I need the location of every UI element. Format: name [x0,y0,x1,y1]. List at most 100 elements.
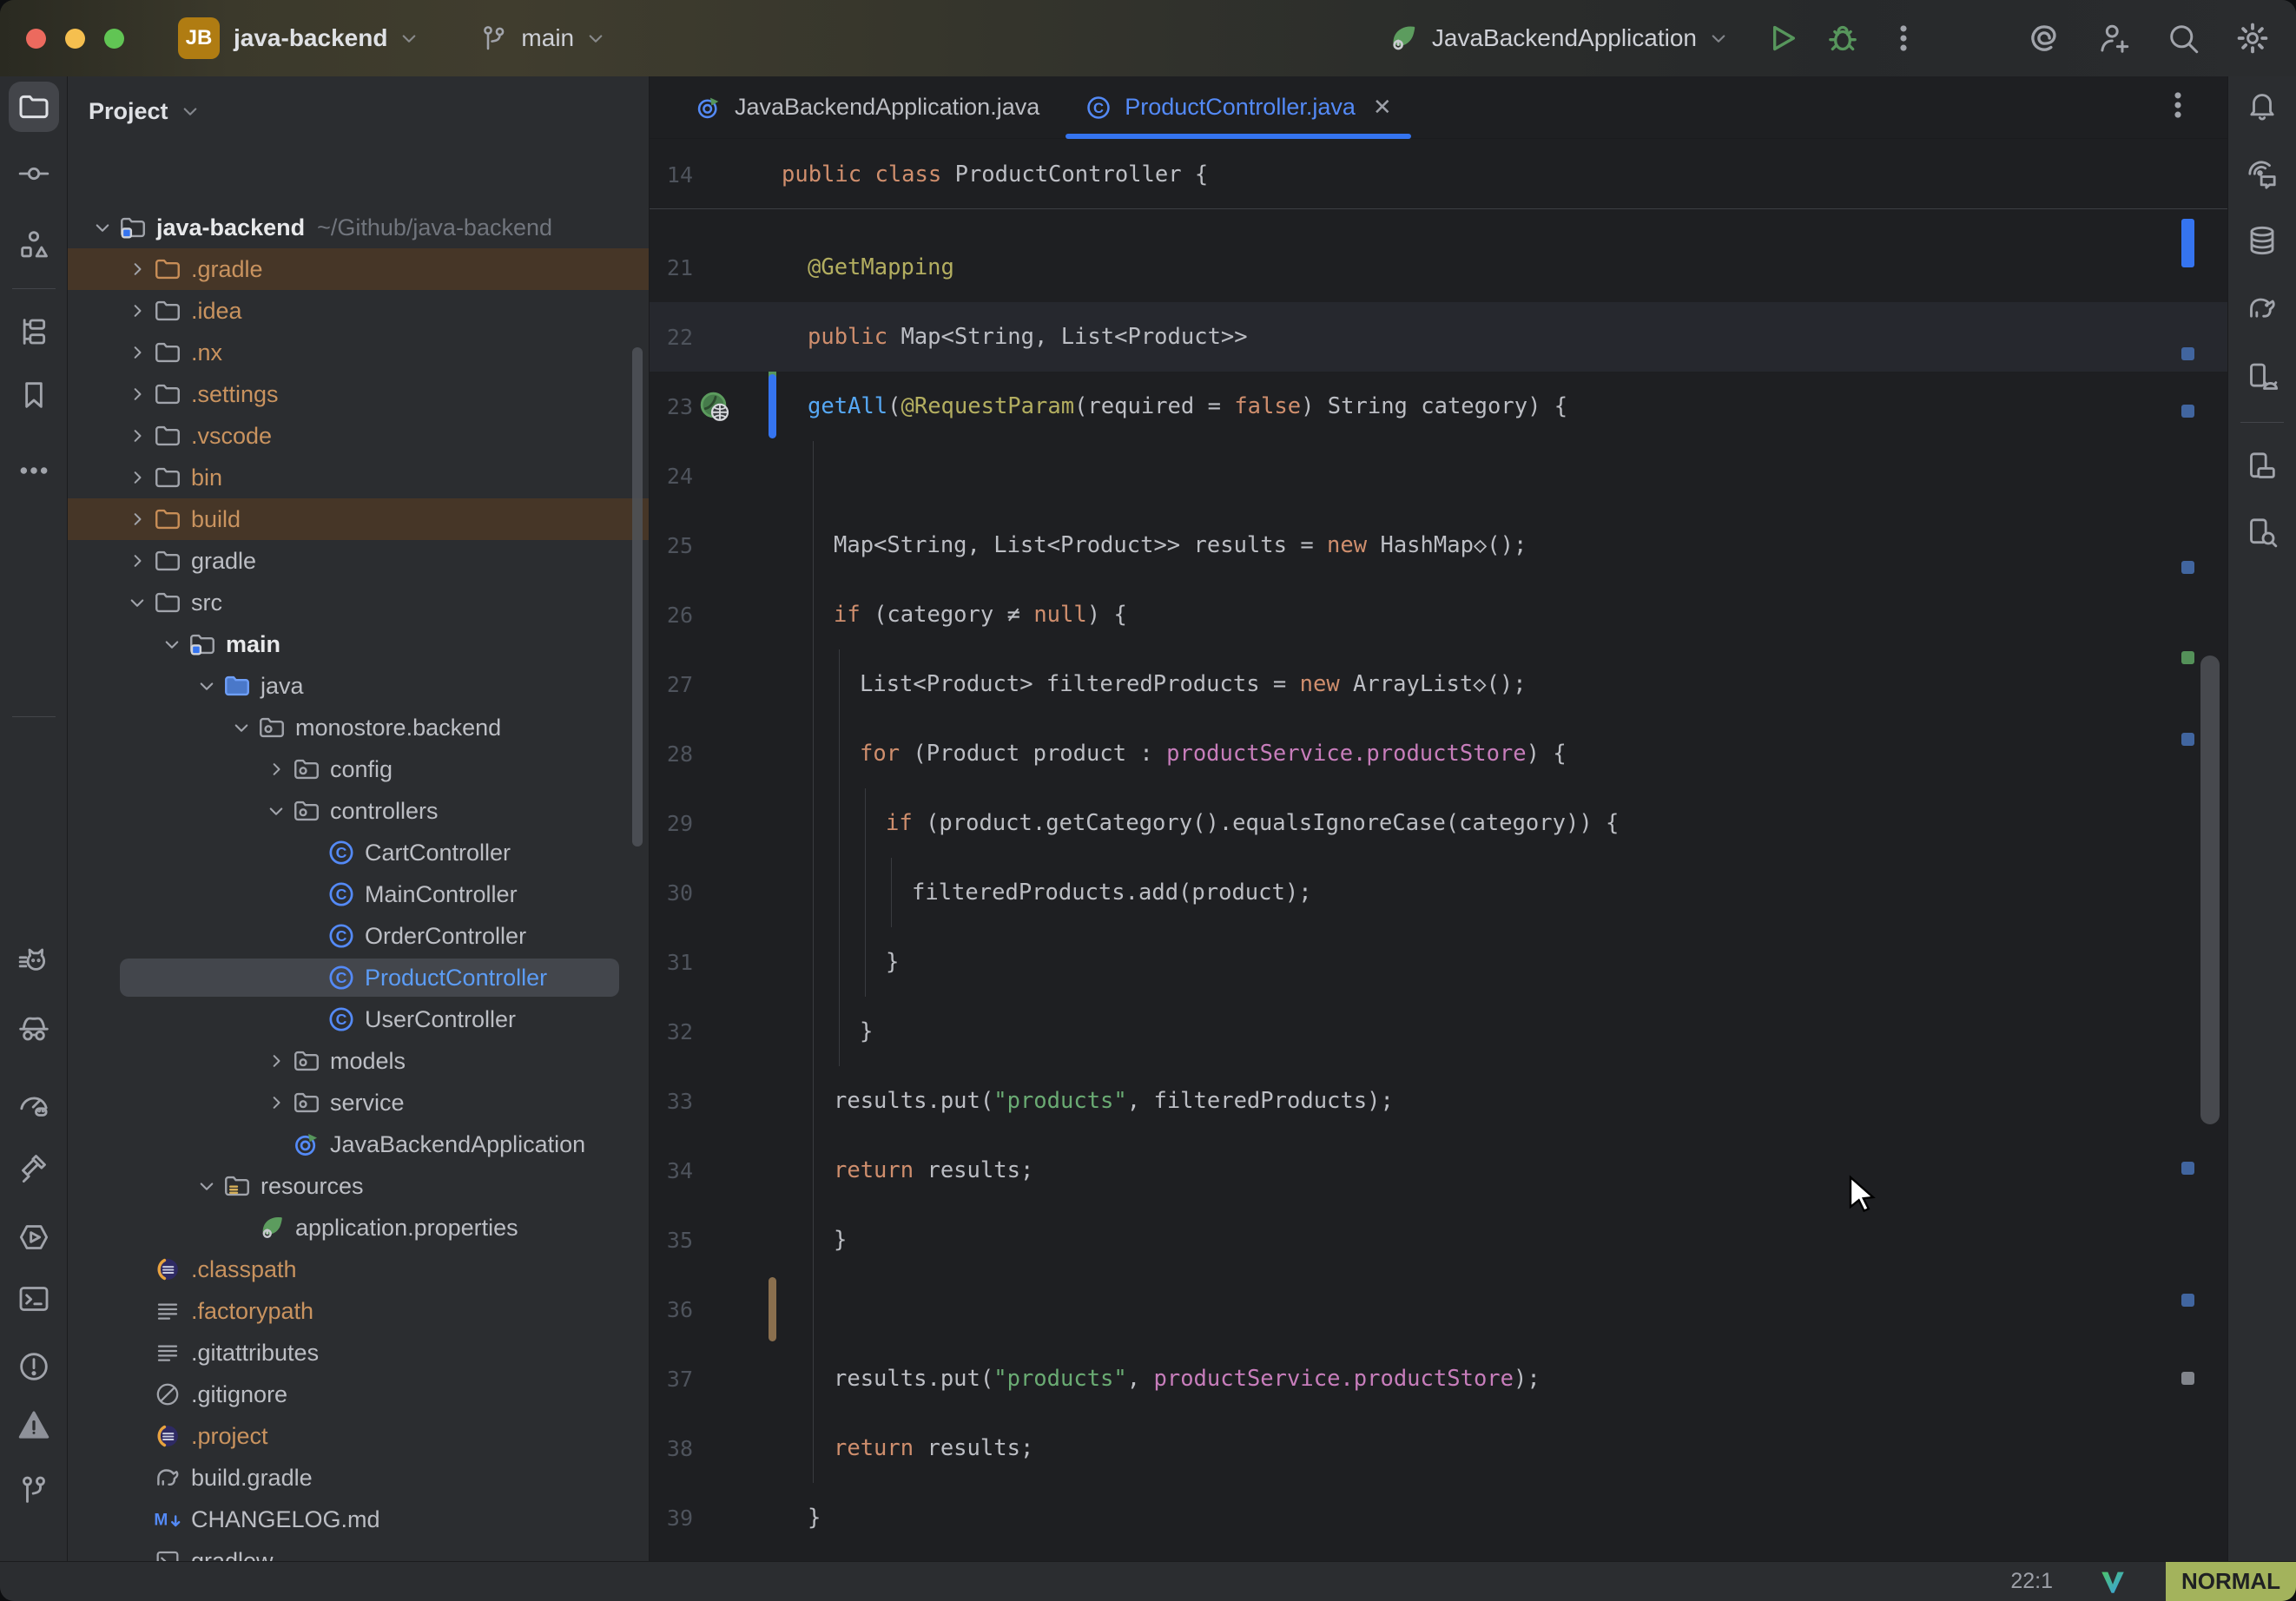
database-icon[interactable] [2237,215,2287,266]
code-line-23[interactable]: 23getAll(@RequestParam(required = false)… [650,372,2227,441]
profiler-gauge-icon[interactable] [9,1078,59,1129]
debug-bug-icon[interactable] [1824,19,1862,57]
tree-item-main[interactable]: main [68,623,649,665]
tree-item-service[interactable]: service [68,1082,649,1123]
line-number[interactable]: 32 [650,1019,782,1044]
analysis-strip-mark[interactable] [2181,733,2194,746]
add-user-icon[interactable] [2095,19,2133,57]
search-icon[interactable] [2164,19,2202,57]
tree-item-maincontroller[interactable]: CMainController [68,873,649,915]
commit-icon[interactable] [9,148,59,199]
tree-item-bin[interactable]: bin [68,457,649,498]
warnings-triangle-icon[interactable] [9,1400,59,1450]
code-line-38[interactable]: 38return results; [650,1413,2227,1483]
code-line-28[interactable]: 28for (Product product : productService.… [650,719,2227,788]
analysis-strip-mark[interactable] [2181,1162,2194,1175]
tree-item-gradle[interactable]: gradle [68,540,649,582]
sticky-header-line[interactable]: 14public class ProductController { [650,140,2227,209]
code-line-30[interactable]: 30filteredProducts.add(product); [650,858,2227,927]
chevron-right-icon[interactable] [122,379,153,410]
analysis-strip-mark[interactable] [2181,1294,2194,1307]
chevron-right-icon[interactable] [261,754,292,785]
chevron-down-icon[interactable] [191,670,222,702]
services-icon[interactable] [9,1212,59,1262]
vcs-change-marker[interactable] [769,1277,776,1341]
hierarchy-icon[interactable] [9,306,59,357]
line-number[interactable]: 21 [650,255,782,280]
project-tree-scrollbar[interactable] [632,347,643,847]
line-number[interactable]: 26 [650,603,782,628]
tab-productcontroller-java[interactable]: CProductController.java✕ [1062,76,1414,138]
tree-item--gitignore[interactable]: .gitignore [68,1374,649,1415]
more-dots-icon[interactable] [9,445,59,496]
analysis-strip-mark[interactable] [2181,651,2194,664]
editor-options-kebab-icon[interactable] [2161,89,2194,122]
analysis-strip-mark[interactable] [2181,347,2194,360]
chevron-right-icon[interactable] [122,462,153,493]
line-number[interactable]: 25 [650,533,782,558]
spring-endpoint-gutter-icon[interactable] [698,390,731,423]
close-window-button[interactable] [26,29,46,49]
chevron-down-icon[interactable] [226,712,257,743]
code-line-21[interactable]: 21@GetMapping [650,233,2227,302]
tree-item-resources[interactable]: resources [68,1165,649,1207]
line-number[interactable]: 28 [650,741,782,767]
line-number[interactable]: 37 [650,1367,782,1392]
project-folder-icon[interactable] [9,82,59,132]
chevron-right-icon[interactable] [122,295,153,326]
more-kebab-icon[interactable] [1884,19,1923,57]
code-line-32[interactable]: 32} [650,997,2227,1066]
code-line-33[interactable]: 33results.put("products", filteredProduc… [650,1066,2227,1136]
ideavim-icon[interactable] [2098,1567,2128,1597]
code-line-37[interactable]: 37results.put("products", productService… [650,1344,2227,1413]
code-line-36[interactable]: 36 [650,1275,2227,1344]
line-number[interactable]: 24 [650,464,782,489]
line-number[interactable]: 33 [650,1089,782,1114]
terminal-icon[interactable] [9,1274,59,1324]
notifications-bell-icon[interactable] [2237,80,2287,130]
tree-item-productcontroller[interactable]: CProductController [68,957,649,998]
chevron-right-icon[interactable] [261,1087,292,1118]
line-number[interactable]: 34 [650,1158,782,1183]
minimize-window-button[interactable] [65,29,85,49]
line-number[interactable]: 31 [650,950,782,975]
tree-item--project[interactable]: .project [68,1415,649,1457]
tree-item-usercontroller[interactable]: CUserController [68,998,649,1040]
tree-item--factorypath[interactable]: .factorypath [68,1290,649,1332]
caret-position[interactable]: 22:1 [2010,1569,2053,1594]
git-branch-icon[interactable] [9,1465,59,1515]
line-number[interactable]: 35 [650,1228,782,1253]
tree-item-config[interactable]: config [68,748,649,790]
zoom-window-button[interactable] [104,29,124,49]
running-devices-icon[interactable] [2237,352,2287,403]
bookmarks-icon[interactable] [9,370,59,420]
tree-item--nx[interactable]: .nx [68,332,649,373]
line-number[interactable]: 38 [650,1436,782,1461]
project-panel-header[interactable]: Project [68,76,649,146]
tree-item-monostore-backend[interactable]: monostore.backend [68,707,649,748]
vcs-change-marker[interactable] [769,374,776,438]
ai-chat-icon[interactable] [2237,149,2287,200]
analysis-strip-mark[interactable] [2181,219,2194,267]
problems-icon[interactable] [9,1341,59,1392]
code-line-24[interactable]: 24 [650,441,2227,511]
code-line-34[interactable]: 34return results; [650,1136,2227,1205]
project-avatar[interactable]: JB [178,17,220,59]
ai-cat-icon[interactable] [9,936,59,986]
chevron-right-icon[interactable] [122,545,153,576]
line-number[interactable]: 22 [650,325,782,350]
code-line-27[interactable]: 27List<Product> filteredProducts = new A… [650,649,2227,719]
analysis-strip-mark[interactable] [2181,405,2194,418]
ai-assistant-icon[interactable] [2025,19,2063,57]
chevron-right-icon[interactable] [122,420,153,451]
code-line-29[interactable]: 29if (product.getCategory().equalsIgnore… [650,788,2227,858]
tree-item--gradle[interactable]: .gradle [68,248,649,290]
sticky-code-line-14[interactable]: 14public class ProductController { [650,140,2227,209]
line-number[interactable]: 36 [650,1297,782,1322]
line-number[interactable]: 39 [650,1505,782,1531]
chevron-right-icon[interactable] [122,504,153,535]
tree-item--idea[interactable]: .idea [68,290,649,332]
run-play-icon[interactable] [1763,19,1801,57]
line-number[interactable]: 14 [650,162,782,188]
code-line-35[interactable]: 35} [650,1205,2227,1275]
